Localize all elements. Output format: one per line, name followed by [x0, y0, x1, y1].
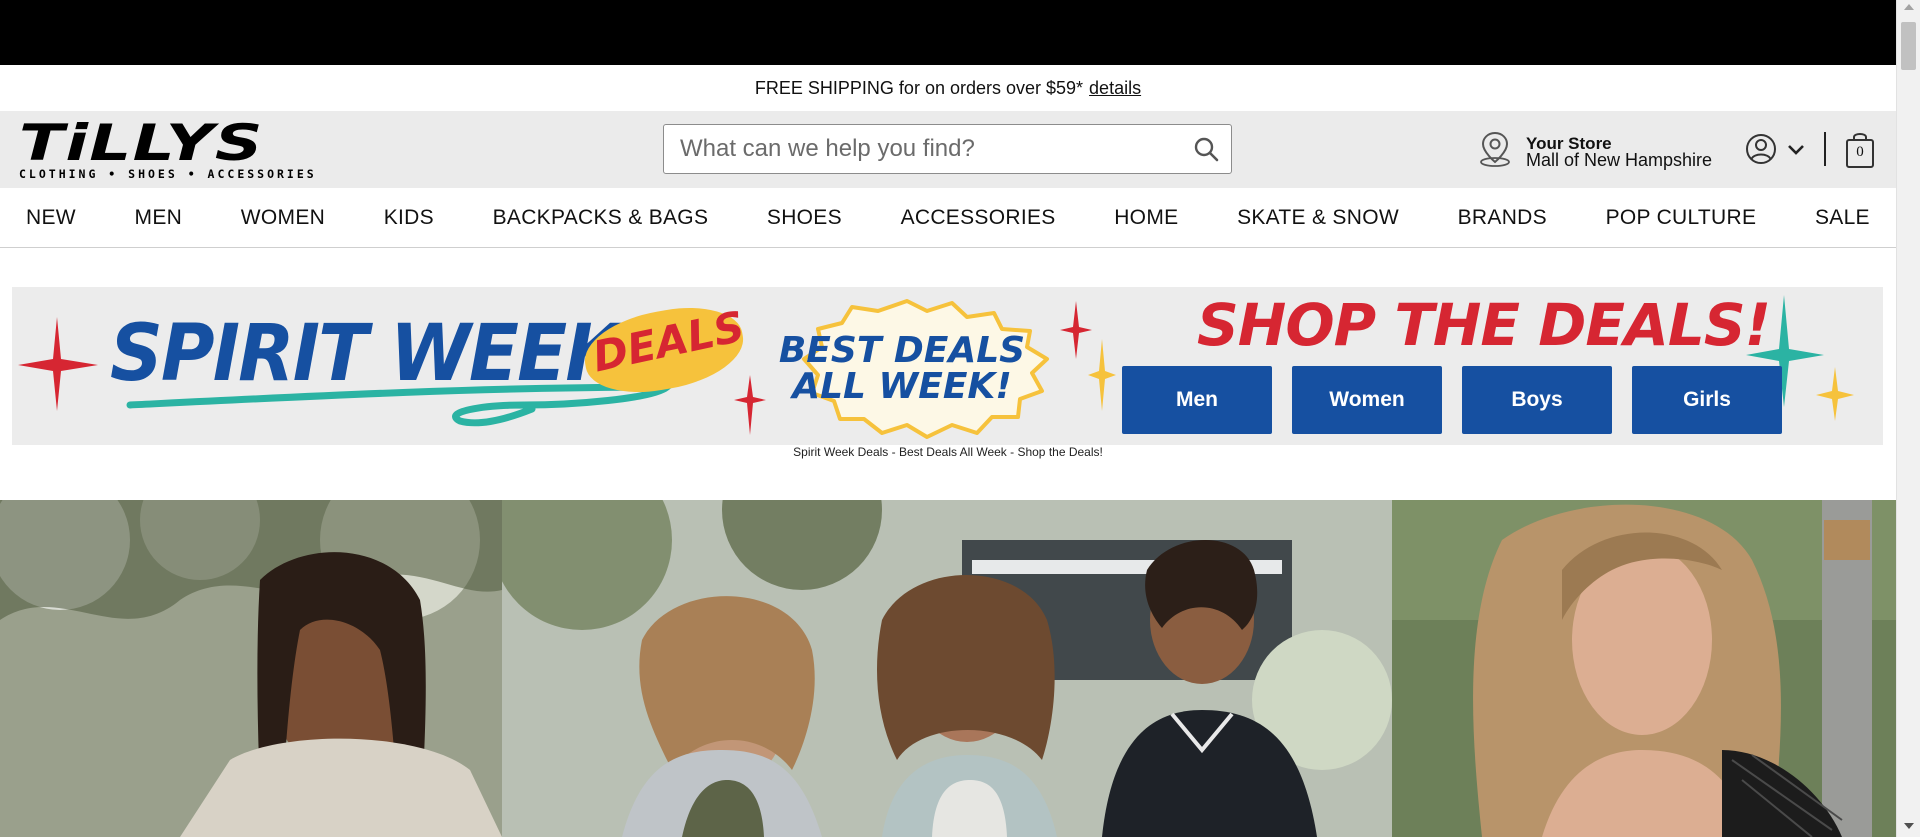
banner-button-men[interactable]: Men [1122, 366, 1272, 434]
best-deals-line1: BEST DEALS [778, 330, 1026, 371]
banner-button-girls[interactable]: Girls [1632, 366, 1782, 434]
banner-caption: Spirit Week Deals - Best Deals All Week … [793, 445, 1103, 459]
nav-item-brands[interactable]: BRANDS [1458, 206, 1547, 230]
nav-item-home[interactable]: HOME [1114, 206, 1178, 230]
page-scrollbar[interactable] [1896, 0, 1920, 837]
hero-photos[interactable] [0, 500, 1896, 837]
store-selector[interactable]: Your Store Mall of New Hampshire [1478, 131, 1712, 172]
nav-item-sale[interactable]: SALE [1815, 206, 1870, 230]
nav-item-backpacks-bags[interactable]: BACKPACKS & BAGS [493, 206, 709, 230]
top-black-bar [0, 0, 1896, 65]
nav-item-shoes[interactable]: SHOES [767, 206, 842, 230]
scroll-down-arrow-icon[interactable] [1904, 823, 1914, 829]
header: TiLLYS CLOTHING • SHOES • ACCESSORIES Wh… [0, 111, 1896, 188]
banner-headline: SPIRIT WEEK [110, 309, 622, 399]
scrollbar-thumb[interactable] [1901, 22, 1916, 70]
hero-photo-left[interactable] [0, 500, 502, 837]
hero-photo-right[interactable] [1392, 500, 1896, 837]
hero-photo-middle[interactable] [502, 500, 1392, 837]
nav-item-men[interactable]: MEN [135, 206, 183, 230]
promo-text: FREE SHIPPING for on orders over $59* [754, 77, 1084, 98]
best-deals-text: BEST DEALS ALL WEEK! [747, 333, 1057, 405]
banner-button-row: Men Women Boys Girls [1122, 366, 1782, 434]
nav-item-accessories[interactable]: ACCESSORIES [901, 206, 1056, 230]
sparkle-icon [1088, 339, 1116, 411]
store-name: Mall of New Hampshire [1526, 149, 1713, 170]
promo-banner[interactable]: SPIRIT WEEK DEALS BEST DEALS ALL WEEK! S… [12, 287, 1883, 445]
banner-button-women[interactable]: Women [1292, 366, 1442, 434]
logo-wordmark: TiLLYS [19, 114, 264, 172]
user-icon [1745, 133, 1777, 170]
cart-count: 0 [1856, 144, 1864, 160]
scroll-up-arrow-icon[interactable] [1904, 4, 1914, 10]
location-pin-icon [1478, 131, 1512, 172]
main-nav: NEW MEN WOMEN KIDS BACKPACKS & BAGS SHOE… [0, 188, 1896, 248]
chevron-down-icon [1787, 143, 1805, 161]
shop-deals-title: SHOP THE DEALS! [1197, 291, 1771, 359]
account-menu[interactable] [1745, 133, 1805, 170]
nav-item-women[interactable]: WOMEN [241, 206, 325, 230]
cart-button[interactable]: 0 [1845, 131, 1875, 169]
sparkle-icon [18, 317, 98, 411]
best-deals-badge: BEST DEALS ALL WEEK! [747, 295, 1057, 437]
search-box [663, 124, 1232, 174]
sparkle-icon [1816, 367, 1854, 421]
banner-button-boys[interactable]: Boys [1462, 366, 1612, 434]
search-icon[interactable] [1181, 125, 1231, 173]
promo-bar: FREE SHIPPING for on orders over $59* de… [0, 65, 1896, 111]
store-info: Your Store Mall of New Hampshire [1526, 135, 1712, 169]
sparkle-icon [1060, 301, 1092, 359]
store-label: Your Store [1526, 133, 1612, 153]
promo-details-link[interactable]: details [1089, 78, 1141, 99]
logo[interactable]: TiLLYS CLOTHING • SHOES • ACCESSORIES [19, 118, 314, 183]
nav-item-new[interactable]: NEW [26, 206, 76, 230]
nav-item-pop-culture[interactable]: POP CULTURE [1606, 206, 1757, 230]
nav-item-skate-snow[interactable]: SKATE & SNOW [1237, 206, 1399, 230]
nav-item-kids[interactable]: KIDS [384, 206, 434, 230]
search-input[interactable] [664, 125, 1181, 173]
page: FREE SHIPPING for on orders over $59* de… [0, 0, 1920, 837]
best-deals-line2: ALL WEEK! [792, 366, 1012, 407]
header-divider [1824, 132, 1826, 166]
